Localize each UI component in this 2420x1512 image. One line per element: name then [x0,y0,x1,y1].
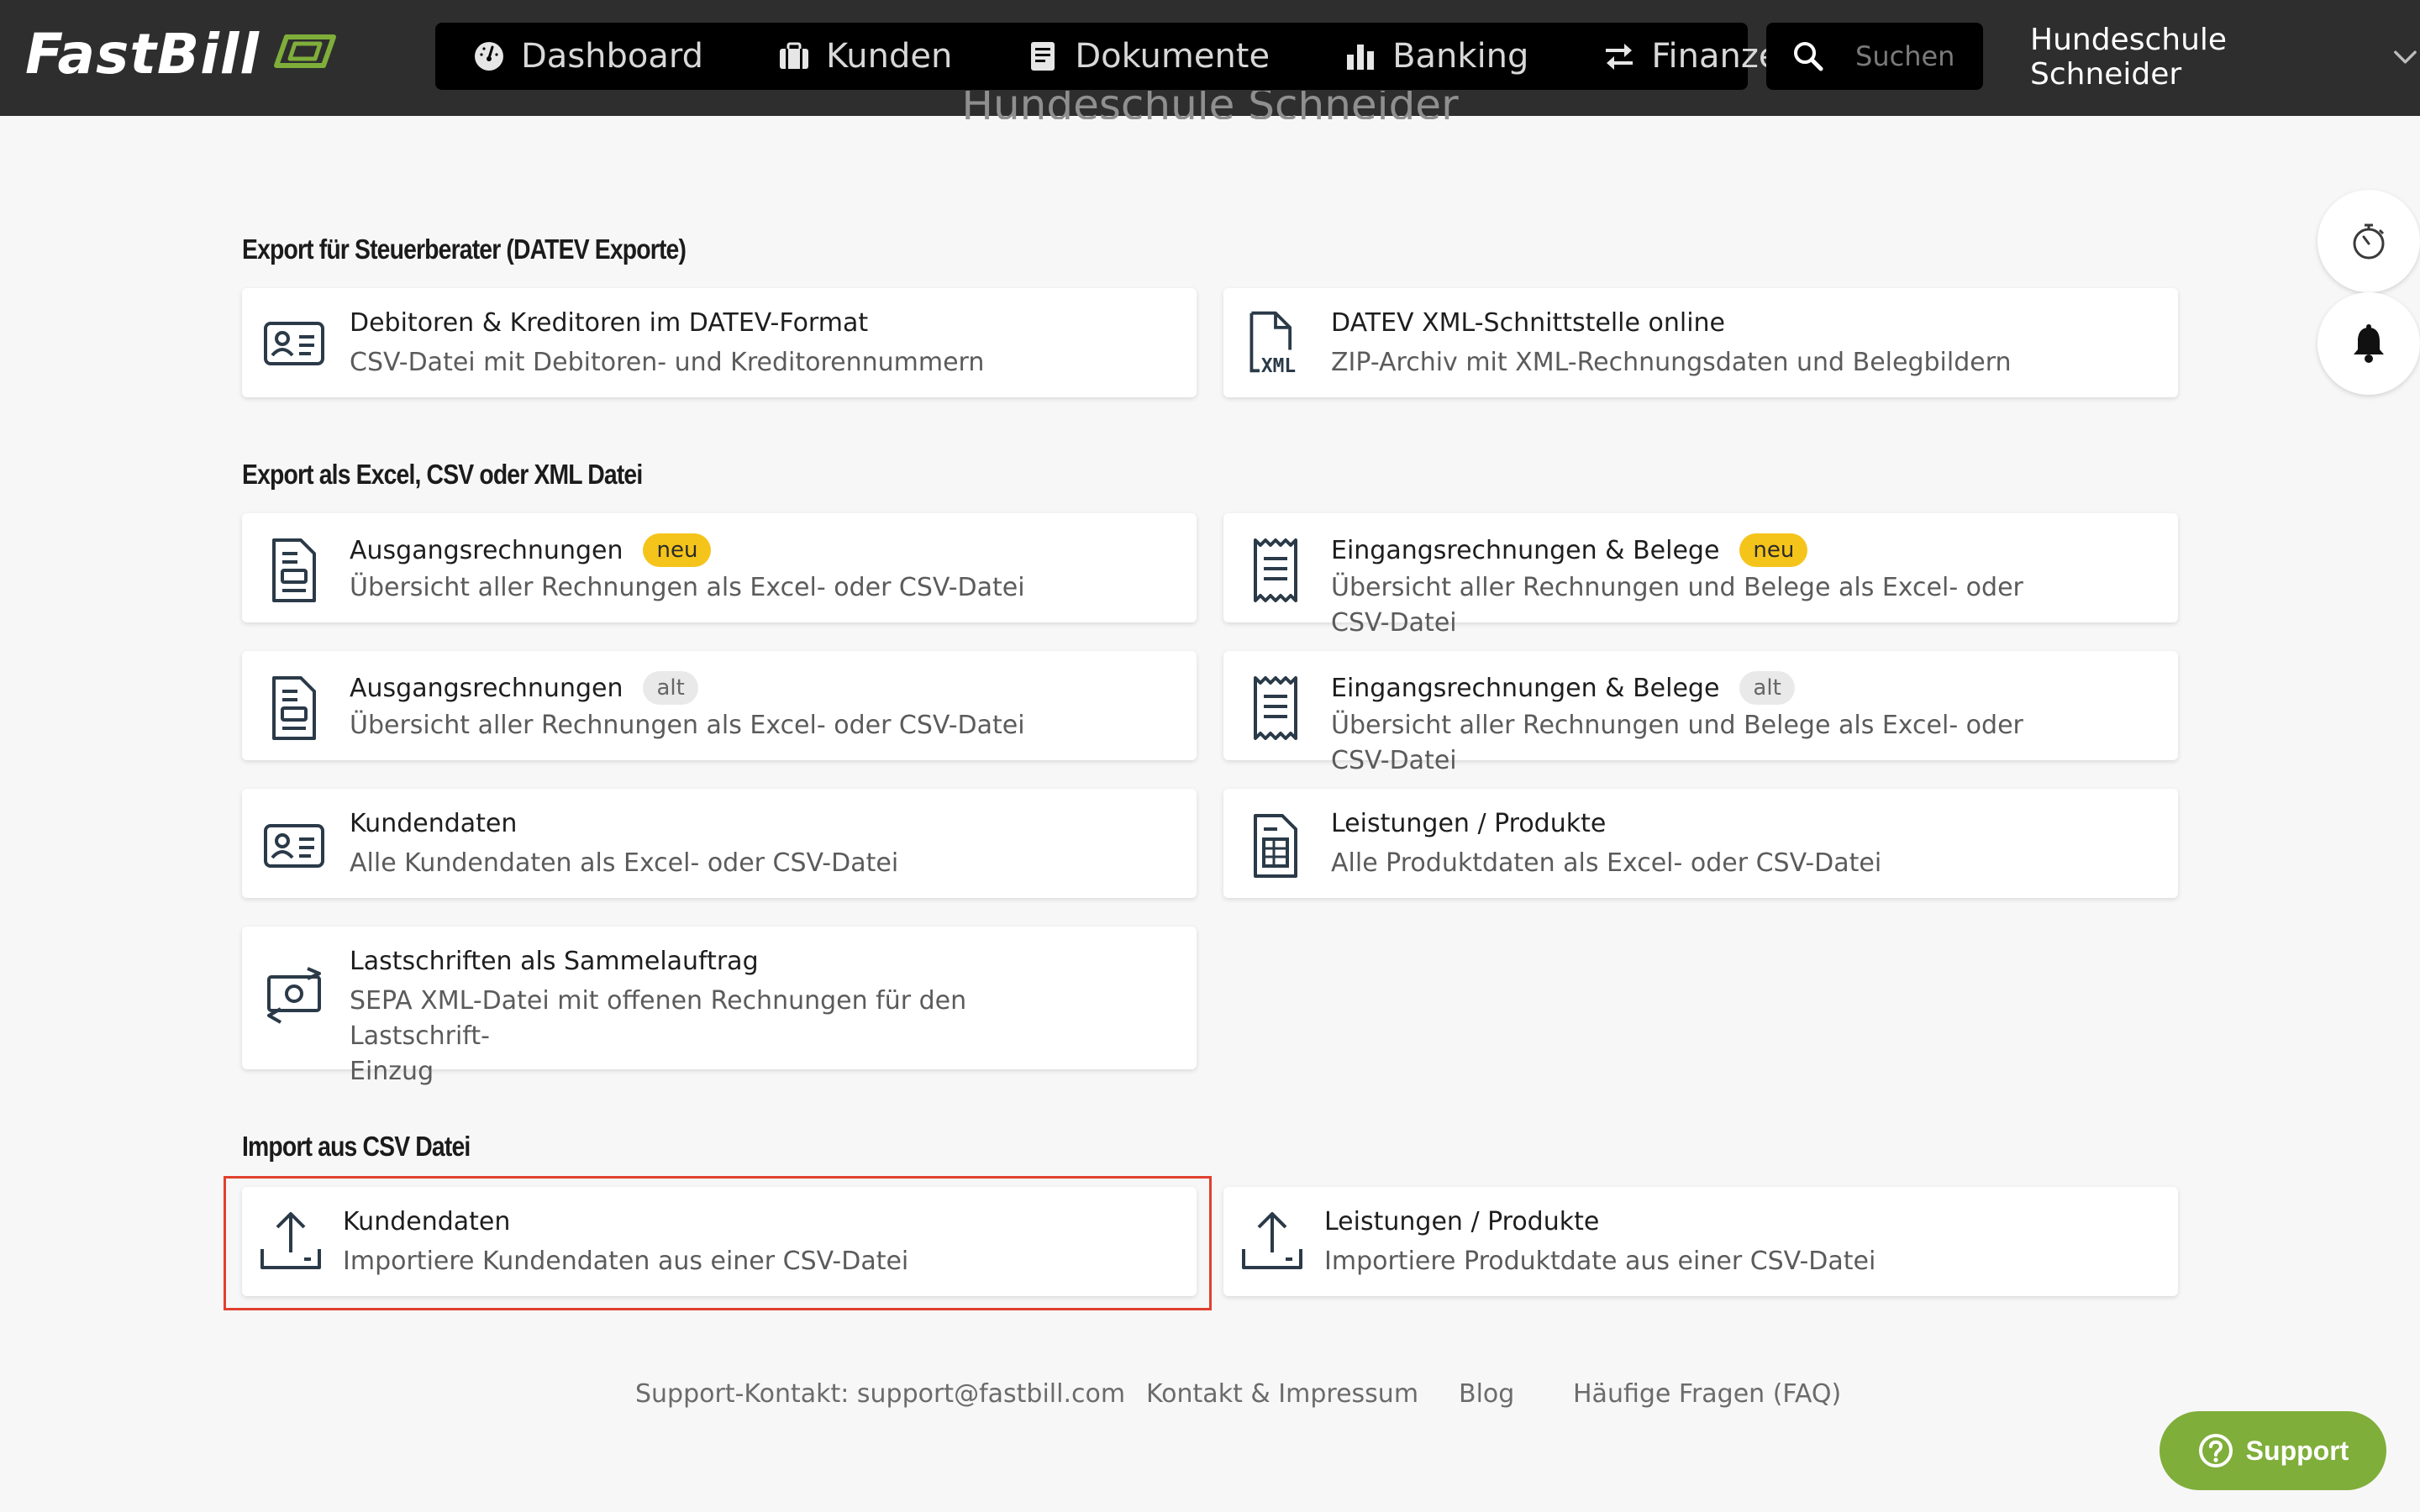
transfer-arrows-icon [1606,44,1634,70]
invoice-icon [272,538,316,602]
badge-alt: alt [1739,671,1795,705]
page-title: Hundeschule Schneider [961,91,1459,119]
card-subtitle: CSV-Datei mit Debitoren- und Kreditorenn… [350,348,985,377]
card-ausgangsrechnungen-neu[interactable]: Ausgangsrechnungen neu Übersicht aller R… [242,513,1197,622]
support-button[interactable]: Support [2160,1411,2386,1490]
nav-banking[interactable]: Banking [1307,23,1565,90]
section-title-datev: Export für Steuerberater (DATEV Exporte) [242,234,687,265]
account-name: Hundeschule Schneider [2030,23,2228,92]
money-transfer-icon [267,967,321,1024]
receipt-icon [1254,676,1297,740]
card-title: DATEV XML-Schnittstelle online [1331,308,1725,338]
nav-label: Dashboard [521,37,704,76]
chevron-down-icon [2394,50,2417,64]
footer: Support-Kontakt: support@fastbill.com Ko… [0,1379,2420,1413]
footer-support-contact-link[interactable]: Support-Kontakt: support@fastbill.com [635,1379,1125,1409]
card-subtitle: ZIP-Archiv mit XML-Rechnungsdaten und Be… [1331,348,2012,377]
contact-card-icon [264,322,324,365]
nav-kunden[interactable]: Kunden [740,23,989,90]
card-subtitle: Übersicht aller Rechnungen als Excel- od… [350,573,1025,602]
card-ausgangsrechnungen-alt[interactable]: Ausgangsrechnungen alt Übersicht aller R… [242,651,1197,760]
nav-label: Kunden [826,37,953,76]
search-input[interactable] [1855,40,1981,72]
receipt-icon [1254,538,1297,602]
footer-contact-link[interactable]: Kontakt & Impressum [1146,1379,1418,1409]
card-import-leistungen[interactable]: Leistungen / Produkte Importiere Produkt… [1223,1187,2178,1296]
notifications-button[interactable] [2317,292,2420,395]
upload-icon [1242,1212,1302,1269]
stopwatch-icon [2353,223,2385,260]
card-subtitle-line: Einzug [350,1057,434,1086]
card-subtitle: SEPA XML-Datei mit offenen Rechnungen fü… [350,984,1106,1089]
footer-blog-link[interactable]: Blog [1459,1379,1514,1409]
nav-dashboard[interactable]: Dashboard [435,23,740,90]
help-circle-icon [2198,1434,2233,1467]
section-title-import: Import aus CSV Datei [242,1131,471,1162]
upload-icon [260,1212,321,1269]
search-box[interactable] [1766,23,1983,90]
xml-label: XML [1261,355,1296,375]
card-title: Eingangsrechnungen & Belege [1331,535,1720,565]
timer-button[interactable] [2317,190,2420,292]
nav-label: Dokumente [1075,37,1270,76]
badge-new: neu [1739,533,1808,567]
badge-alt: alt [643,671,698,705]
card-lastschriften[interactable]: Lastschriften als Sammelauftrag SEPA XML… [242,927,1197,1086]
card-title: Kundendaten [343,1207,511,1236]
card-subtitle: Importiere Produktdate aus einer CSV-Dat… [1324,1247,1876,1276]
document-icon [1031,42,1055,71]
spreadsheet-file-icon [1254,814,1297,878]
card-leistungen-export[interactable]: Leistungen / Produkte Alle Produktdaten … [1223,789,2178,898]
logo-mark-icon [274,34,337,68]
card-eingangsrechnungen-neu[interactable]: Eingangsrechnungen & Belege neu Übersich… [1223,513,2178,638]
search-icon [1794,42,1823,71]
card-subtitle-line: SEPA XML-Datei mit offenen Rechnungen fü… [350,986,967,1051]
card-import-kundendaten[interactable]: Kundendaten Importiere Kundendaten aus e… [242,1187,1197,1296]
main-nav: Dashboard Kunden Dokumente Banking Finan… [435,23,1801,90]
nav-label: Banking [1392,37,1529,76]
badge-new: neu [643,533,712,567]
section-title-export: Export als Excel, CSV oder XML Datei [242,459,643,490]
logo-text: FastBill [25,21,260,87]
card-datev-debitoren[interactable]: Debitoren & Kreditoren im DATEV-Format C… [242,288,1197,397]
card-title: Kundendaten [350,809,518,838]
card-eingangsrechnungen-alt[interactable]: Eingangsrechnungen & Belege alt Übersich… [1223,651,2178,775]
gauge-icon [475,42,503,71]
footer-faq-link[interactable]: Häufige Fragen (FAQ) [1573,1379,1841,1409]
card-subtitle: Übersicht aller Rechnungen und Belege al… [1331,711,2023,775]
card-title: Leistungen / Produkte [1324,1207,1600,1236]
card-title: Eingangsrechnungen & Belege [1331,673,1720,703]
card-title: Ausgangsrechnungen [350,673,623,703]
bar-chart-icon [1347,45,1375,70]
xml-file-icon: XML [1249,311,1296,375]
card-subtitle: Importiere Kundendaten aus einer CSV-Dat… [343,1247,909,1276]
card-subtitle: Alle Kundendaten als Excel- oder CSV-Dat… [350,848,899,878]
briefcase-icon [780,42,809,69]
card-title: Leistungen / Produkte [1331,809,1607,838]
invoice-icon [272,676,316,740]
fastbill-logo[interactable]: FastBill [25,20,340,87]
card-subtitle: Übersicht aller Rechnungen und Belege al… [1331,573,2023,638]
account-switcher[interactable]: Hundeschule Schneider [2030,23,2420,92]
contact-card-icon [264,824,324,868]
card-title: Ausgangsrechnungen [350,535,623,565]
support-label: Support [2245,1435,2349,1466]
card-subtitle: Übersicht aller Rechnungen als Excel- od… [350,711,1025,740]
card-subtitle: Alle Produktdaten als Excel- oder CSV-Da… [1331,848,1882,878]
nav-dokumente[interactable]: Dokumente [989,23,1307,90]
card-datev-xml[interactable]: XML DATEV XML-Schnittstelle online ZIP-A… [1223,288,2178,397]
card-title: Lastschriften als Sammelauftrag [350,947,759,976]
card-kundendaten-export[interactable]: Kundendaten Alle Kundendaten als Excel- … [242,789,1197,898]
card-title: Debitoren & Kreditoren im DATEV-Format [350,308,869,338]
bell-icon [2354,324,2384,363]
